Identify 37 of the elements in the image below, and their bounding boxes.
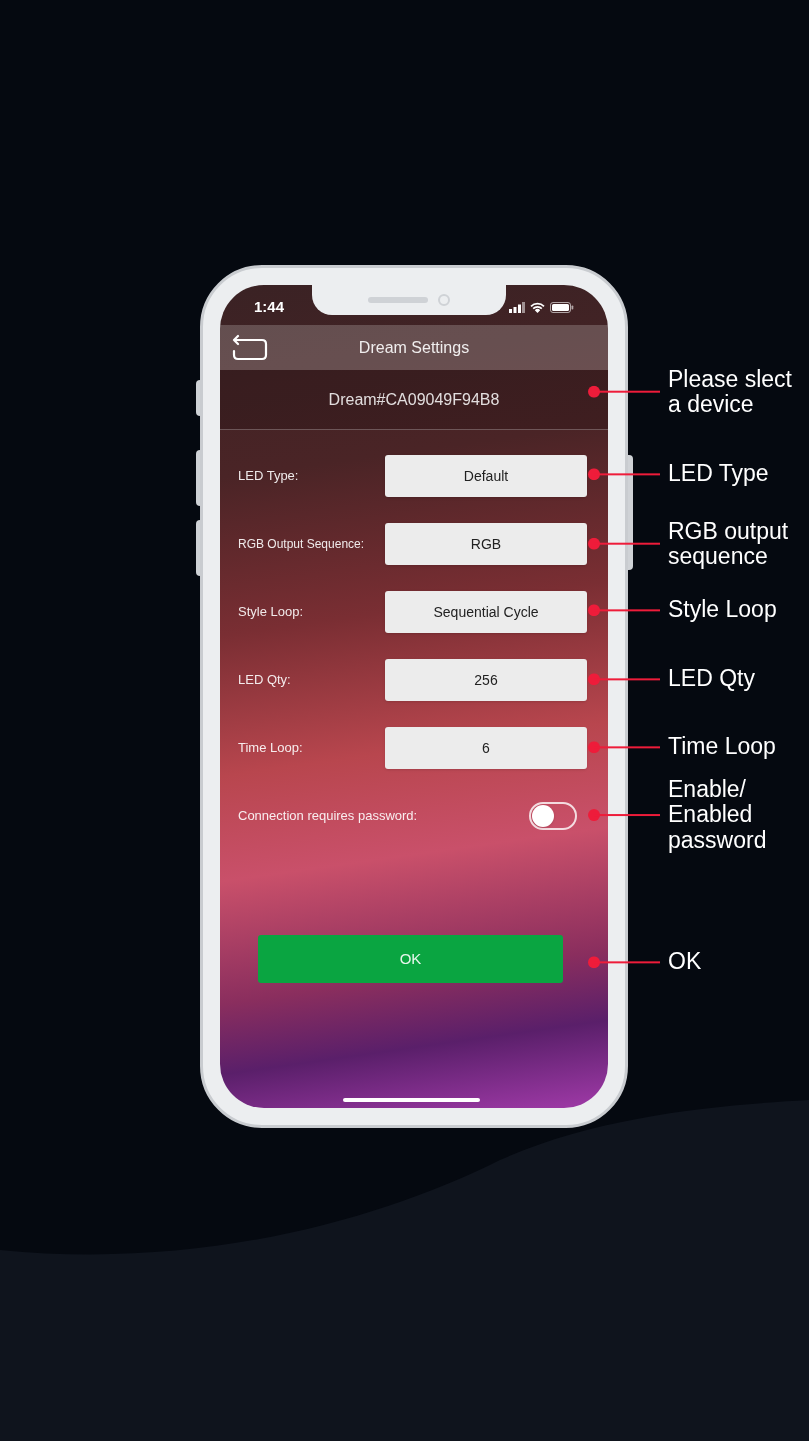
- wifi-icon: [530, 301, 545, 313]
- callout-label: Time Loop: [668, 734, 777, 760]
- setting-value-field[interactable]: 6: [385, 727, 587, 769]
- setting-label: Style Loop:: [238, 603, 304, 622]
- setting-label: Connection requires password:: [238, 807, 418, 826]
- setting-label: LED Type:: [238, 467, 299, 486]
- leader-line: [588, 538, 660, 550]
- setting-label: LED Qty:: [238, 671, 291, 690]
- screen-title: Dream Settings: [358, 337, 470, 358]
- leader-line: [588, 468, 660, 480]
- callout-label: Enable/ Enabled password: [668, 777, 768, 853]
- device-row[interactable]: Dream#CA09049F94B8: [220, 370, 608, 430]
- leader-line: [588, 741, 660, 753]
- setting-label: Time Loop:: [238, 739, 303, 758]
- callout-label: RGB output sequence: [668, 518, 790, 570]
- setting-value-field[interactable]: RGB: [385, 523, 587, 565]
- leader-line: [588, 386, 660, 398]
- callout-label: OK: [668, 949, 703, 975]
- leader-line: [588, 956, 660, 968]
- setting-label: RGB Output Sequence:: [238, 536, 365, 553]
- leader-line: [588, 604, 660, 616]
- back-arrow-icon: [232, 334, 268, 361]
- back-button[interactable]: [232, 334, 268, 361]
- setting-value-field[interactable]: Sequential Cycle: [385, 591, 587, 633]
- battery-icon: [550, 301, 574, 313]
- device-name: Dream#CA09049F94B8: [328, 389, 500, 410]
- leader-line: [588, 809, 660, 821]
- callout-label: Please slect a device: [668, 366, 793, 418]
- callout-label: LED Qty: [668, 666, 756, 692]
- callout-label: LED Type: [668, 461, 770, 487]
- leader-line: [588, 673, 660, 685]
- callout-label: Style Loop: [668, 597, 778, 623]
- password-toggle[interactable]: [529, 802, 577, 830]
- signal-icon: [509, 301, 525, 313]
- setting-value-field[interactable]: 256: [385, 659, 587, 701]
- status-time: 1:44: [254, 296, 285, 317]
- setting-value-field[interactable]: Default: [385, 455, 587, 497]
